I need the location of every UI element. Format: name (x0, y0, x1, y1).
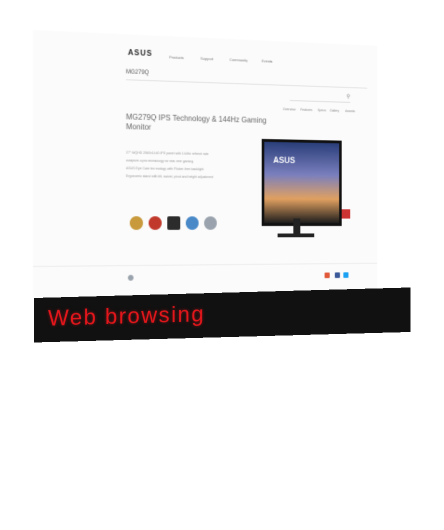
subnav-item-gallery[interactable]: Gallery (330, 109, 339, 113)
share-icon[interactable] (325, 273, 330, 279)
feature-list: 27" WQHD 2560x1440 IPS panel with 144Hz … (126, 150, 263, 183)
browser-screen: ASUS Products Support Community Events M… (33, 30, 377, 298)
award-badge-icon (186, 216, 199, 229)
caption-text: Web browsing (48, 301, 205, 331)
monitor-product-image: ASUS (262, 139, 342, 226)
subnav-item-awards[interactable]: Awards (345, 109, 355, 113)
award-badge-icon (204, 216, 217, 229)
nav-item-support[interactable]: Support (200, 56, 213, 61)
search-icon[interactable]: ⚲ (346, 93, 350, 100)
divider (126, 79, 367, 88)
feature-item: 27" WQHD 2560x1440 IPS panel with 144Hz … (126, 150, 263, 158)
nav-item-community[interactable]: Community (229, 57, 247, 63)
feature-item: ASUS Eye Care technology with Flicker-fr… (126, 165, 263, 173)
feature-item: Adaptive-Sync technology for tear-free g… (126, 158, 263, 166)
footer-divider (33, 263, 377, 267)
award-badge-icon (167, 216, 180, 230)
nav-item-events[interactable]: Events (262, 58, 273, 63)
twitter-icon[interactable] (343, 272, 348, 278)
subnav-item-features[interactable]: Features (300, 108, 312, 112)
monitor-logo: ASUS (273, 155, 295, 165)
product-name: MG279Q (126, 69, 149, 76)
caption-bar: Web browsing (34, 287, 410, 342)
language-globe-icon[interactable] (128, 275, 134, 281)
subnav-item-overview[interactable]: Overview (283, 107, 296, 111)
page-title: MG279Q IPS Technology & 144Hz Gaming Mon… (126, 113, 272, 136)
feature-item: Ergonomic stand with tilt, swivel, pivot… (126, 173, 263, 180)
facebook-icon[interactable] (335, 272, 340, 278)
award-badge-icon (130, 216, 143, 230)
search-input[interactable]: ⚲ (290, 94, 350, 102)
award-badge-icon (149, 216, 162, 230)
asus-logo[interactable]: ASUS (128, 48, 153, 58)
nav-item-products[interactable]: Products (169, 55, 184, 60)
monitor-base (278, 233, 315, 237)
product-badge-icon (342, 209, 351, 218)
subnav-item-specs[interactable]: Specs (318, 108, 326, 112)
